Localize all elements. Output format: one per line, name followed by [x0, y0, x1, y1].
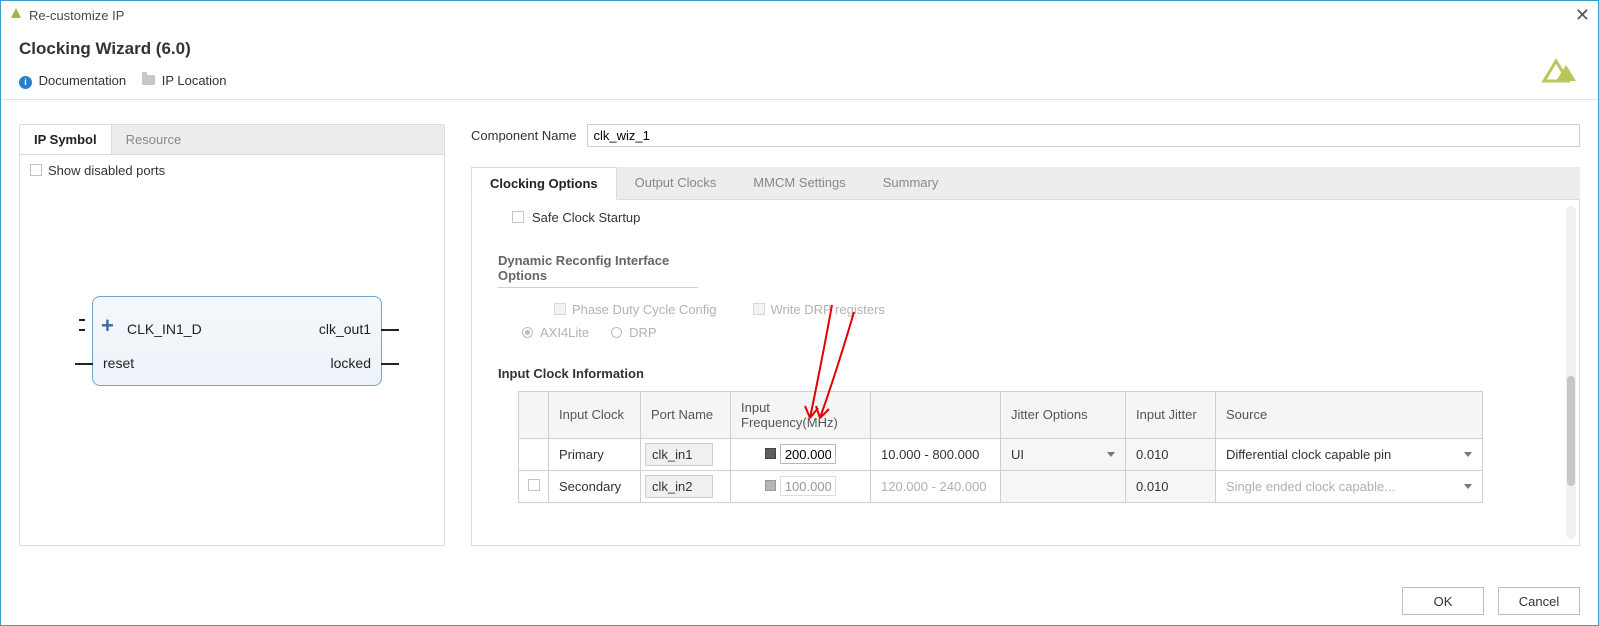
primary-port[interactable]: clk_in1 — [645, 443, 713, 466]
th-jitter-options: Jitter Options — [1001, 391, 1126, 438]
axi4lite-label: AXI4Lite — [540, 325, 589, 340]
th-port-name: Port Name — [641, 391, 731, 438]
table-row-secondary: Secondary clk_in2 120.000 - 240.000 0.01… — [519, 470, 1483, 502]
drp-label: DRP — [629, 325, 656, 340]
secondary-range: 120.000 - 240.000 — [871, 470, 1001, 502]
th-blank — [519, 391, 549, 438]
th-input-jitter: Input Jitter — [1126, 391, 1216, 438]
ip-location-link[interactable]: IP Location — [142, 73, 226, 88]
write-drp-label: Write DRP registers — [771, 302, 885, 317]
cancel-button[interactable]: Cancel — [1498, 587, 1580, 615]
tab-output-clocks[interactable]: Output Clocks — [617, 167, 736, 199]
safe-clock-startup-checkbox[interactable] — [512, 211, 524, 223]
expand-bus-icon[interactable]: + — [101, 316, 121, 336]
phase-duty-label: Phase Duty Cycle Config — [572, 302, 717, 317]
th-input-freq: Input Frequency(MHz) — [731, 391, 871, 438]
axi4lite-radio — [522, 327, 533, 338]
port-clk-out1: clk_out1 — [319, 321, 371, 337]
component-name-label: Component Name — [471, 128, 577, 143]
input-clock-info-heading: Input Clock Information — [498, 366, 1553, 381]
info-icon: i — [19, 76, 32, 89]
scrollbar-thumb[interactable] — [1567, 376, 1575, 486]
primary-jitter[interactable]: 0.010 — [1126, 438, 1216, 470]
app-icon — [9, 7, 23, 24]
tab-summary[interactable]: Summary — [865, 167, 958, 199]
primary-freq-lock-icon[interactable] — [765, 448, 776, 459]
port-locked: locked — [331, 355, 371, 371]
primary-range: 10.000 - 800.000 — [871, 438, 1001, 470]
write-drp-checkbox — [753, 303, 765, 315]
primary-freq-input[interactable] — [780, 444, 836, 464]
phase-duty-checkbox — [554, 303, 566, 315]
tab-content: Safe Clock Startup Dynamic Reconfig Inte… — [471, 200, 1580, 546]
vendor-logo — [1536, 57, 1576, 90]
primary-label: Primary — [549, 438, 641, 470]
tab-resource[interactable]: Resource — [112, 125, 196, 154]
chevron-down-icon — [1464, 452, 1472, 457]
primary-source-select[interactable]: Differential clock capable pin — [1226, 447, 1472, 462]
safe-clock-startup-label: Safe Clock Startup — [532, 210, 640, 225]
table-row-primary: Primary clk_in1 10.000 - 800.000 UI 0.01… — [519, 438, 1483, 470]
tab-ip-symbol[interactable]: IP Symbol — [20, 125, 112, 154]
documentation-link[interactable]: i Documentation — [19, 73, 126, 89]
scrollbar[interactable] — [1566, 206, 1576, 539]
th-source: Source — [1216, 391, 1483, 438]
header-meta: i Documentation IP Location — [1, 67, 1598, 100]
close-icon[interactable]: ✕ — [1575, 5, 1590, 26]
component-name-input[interactable] — [587, 124, 1581, 147]
dynamic-reconfig-heading: Dynamic Reconfig Interface Options — [498, 253, 698, 288]
left-pane: IP Symbol Resource Show disabled ports +… — [19, 124, 445, 546]
chevron-down-icon — [1464, 484, 1472, 489]
right-pane: Component Name Clocking Options Output C… — [471, 124, 1580, 546]
folder-icon — [142, 75, 155, 85]
window-title: Re-customize IP — [29, 8, 124, 23]
titlebar: Re-customize IP ✕ — [1, 1, 1598, 29]
th-range — [871, 391, 1001, 438]
secondary-jitter: 0.010 — [1126, 470, 1216, 502]
secondary-label: Secondary — [549, 470, 641, 502]
show-disabled-ports-label: Show disabled ports — [48, 163, 165, 178]
secondary-freq-input — [780, 476, 836, 496]
tab-mmcm-settings[interactable]: MMCM Settings — [735, 167, 864, 199]
show-disabled-ports-checkbox[interactable] — [30, 164, 42, 176]
drp-radio — [611, 327, 622, 338]
port-clk-in1-d: CLK_IN1_D — [127, 321, 202, 337]
secondary-source-select: Single ended clock capable... — [1226, 479, 1472, 494]
secondary-port: clk_in2 — [645, 475, 713, 498]
tab-clocking-options[interactable]: Clocking Options — [471, 167, 617, 200]
input-clock-table: Input Clock Port Name Input Frequency(MH… — [518, 391, 1483, 503]
chevron-down-icon — [1107, 452, 1115, 457]
secondary-freq-lock-icon — [765, 480, 776, 491]
ip-symbol: + CLK_IN1_D reset clk_out1 locked — [92, 296, 382, 386]
secondary-enable-checkbox[interactable] — [528, 479, 540, 491]
jitter-options-select[interactable]: UI — [1011, 447, 1115, 462]
th-input-clock: Input Clock — [549, 391, 641, 438]
page-title: Clocking Wizard (6.0) — [19, 39, 1580, 59]
ok-button[interactable]: OK — [1402, 587, 1484, 615]
port-reset: reset — [103, 355, 134, 371]
page-header: Clocking Wizard (6.0) — [1, 29, 1598, 67]
